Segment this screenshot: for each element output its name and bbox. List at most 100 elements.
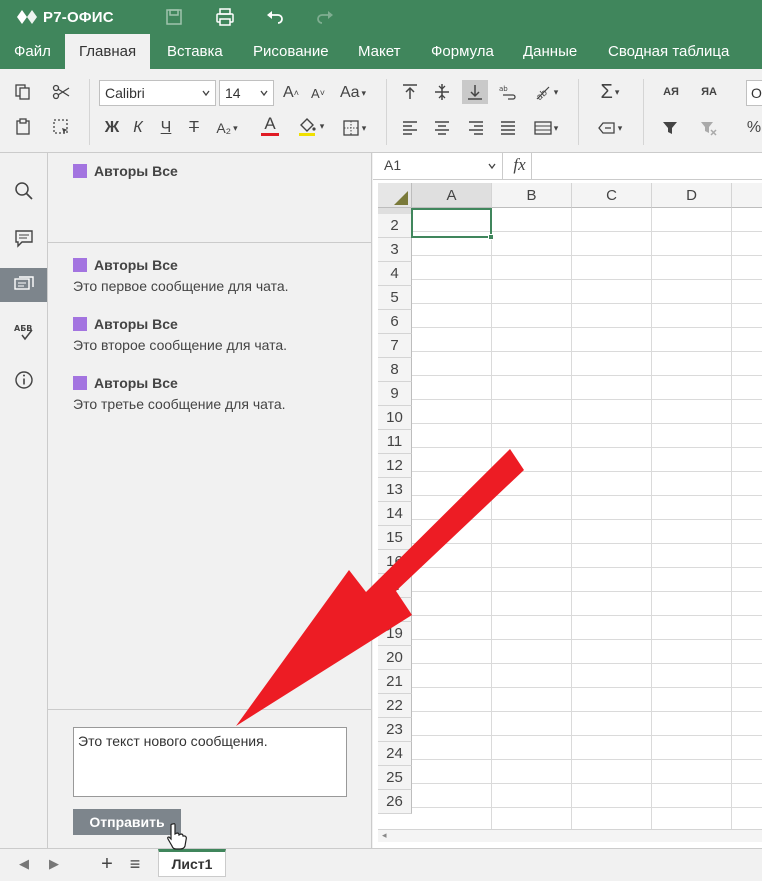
active-cell-a1[interactable]: [411, 208, 492, 238]
tab-home[interactable]: Главная: [65, 34, 151, 69]
row-header[interactable]: 23: [378, 718, 412, 742]
font-name-select[interactable]: Calibri: [99, 80, 216, 106]
row-header[interactable]: 25: [378, 766, 412, 790]
row-header[interactable]: 11: [378, 430, 412, 454]
select-all-icon[interactable]: [49, 116, 73, 138]
row-header[interactable]: 17: [378, 574, 412, 598]
row-header[interactable]: 20: [378, 646, 412, 670]
spellcheck-icon[interactable]: АБВ: [0, 315, 47, 349]
fill-handle[interactable]: [488, 234, 494, 240]
shrink-font-label: A: [311, 85, 320, 101]
column-header-e[interactable]: [732, 183, 762, 208]
tab-pivot-table[interactable]: Сводная таблица: [594, 34, 743, 69]
tab-formula[interactable]: Формула: [417, 34, 508, 69]
send-button[interactable]: Отправить: [73, 809, 181, 835]
prev-sheet-icon[interactable]: ◀: [14, 853, 34, 875]
row-header[interactable]: 14: [378, 502, 412, 526]
font-size-value: 14: [225, 85, 241, 101]
align-left-icon[interactable]: [398, 117, 422, 139]
horizontal-scrollbar[interactable]: ◂: [378, 829, 762, 842]
row-header[interactable]: 10: [378, 406, 412, 430]
change-case-button[interactable]: Aa ▾: [335, 82, 371, 104]
select-all-corner[interactable]: [378, 183, 412, 208]
insert-function-button[interactable]: fx: [508, 153, 532, 179]
redo-icon[interactable]: [314, 6, 336, 28]
row-header[interactable]: 18: [378, 598, 412, 622]
undo-icon[interactable]: [264, 6, 286, 28]
cells[interactable]: [412, 208, 762, 841]
text-orientation-button[interactable]: ab ▾: [528, 81, 564, 103]
grow-font-button[interactable]: A ˄: [279, 82, 303, 104]
align-center-icon[interactable]: [430, 117, 454, 139]
row-header[interactable]: 6: [378, 310, 412, 334]
font-color-button[interactable]: A: [252, 115, 288, 137]
strikethrough-button[interactable]: Т: [182, 117, 206, 139]
align-right-icon[interactable]: [464, 117, 488, 139]
subscript-button[interactable]: A₂ ▾: [210, 117, 244, 139]
row-header[interactable]: 9: [378, 382, 412, 406]
sheet-tab-list1[interactable]: Лист1: [158, 849, 226, 877]
sort-descending-button[interactable]: ЯА: [696, 81, 722, 103]
shrink-font-button[interactable]: A ˅: [306, 82, 330, 104]
row-header[interactable]: 5: [378, 286, 412, 310]
align-top-icon[interactable]: [398, 81, 422, 103]
sheet-list-button[interactable]: ≡: [125, 853, 145, 875]
chat-icon[interactable]: [0, 268, 47, 302]
underline-button[interactable]: Ч: [154, 117, 178, 139]
row-header[interactable]: 15: [378, 526, 412, 550]
next-sheet-icon[interactable]: ▶: [44, 853, 64, 875]
cell-name-box[interactable]: A1: [377, 153, 503, 179]
row-header[interactable]: 13: [378, 478, 412, 502]
author-name: Авторы Все: [94, 316, 178, 332]
row-header[interactable]: 21: [378, 670, 412, 694]
column-header-b[interactable]: B: [492, 183, 572, 208]
row-header[interactable]: 4: [378, 262, 412, 286]
wrap-text-icon[interactable]: ab: [496, 81, 520, 103]
borders-button[interactable]: ▾: [336, 117, 372, 139]
tab-layout[interactable]: Макет: [344, 34, 414, 69]
search-icon[interactable]: [0, 174, 47, 208]
tab-file[interactable]: Файл: [0, 34, 65, 69]
cut-icon[interactable]: [49, 81, 73, 103]
row-header[interactable]: 7: [378, 334, 412, 358]
row-header[interactable]: 12: [378, 454, 412, 478]
align-justify-icon[interactable]: [496, 117, 520, 139]
scroll-left-icon[interactable]: ◂: [382, 830, 387, 841]
row-header[interactable]: 3: [378, 238, 412, 262]
add-sheet-button[interactable]: +: [97, 853, 117, 875]
paste-icon[interactable]: [11, 116, 35, 138]
sort-ascending-button[interactable]: АЯ: [658, 81, 684, 103]
row-header[interactable]: 26: [378, 790, 412, 814]
number-format-button[interactable]: ▾: [592, 117, 628, 139]
column-header-c[interactable]: C: [572, 183, 652, 208]
number-format-select[interactable]: О: [746, 80, 762, 106]
comments-icon[interactable]: [0, 221, 47, 255]
row-header[interactable]: 19: [378, 622, 412, 646]
chat-message-input[interactable]: [73, 727, 347, 797]
filter-icon[interactable]: [658, 117, 682, 139]
column-header-a[interactable]: A: [412, 183, 492, 208]
row-header[interactable]: 8: [378, 358, 412, 382]
row-header[interactable]: 2: [378, 214, 412, 238]
info-icon[interactable]: [0, 363, 47, 397]
align-middle-icon[interactable]: [430, 81, 454, 103]
tab-data[interactable]: Данные: [509, 34, 591, 69]
tab-draw[interactable]: Рисование: [239, 34, 343, 69]
autosum-button[interactable]: Σ ▾: [592, 81, 628, 103]
save-icon[interactable]: [163, 6, 185, 28]
font-size-select[interactable]: 14: [219, 80, 274, 106]
row-header[interactable]: 22: [378, 694, 412, 718]
highlight-color-button[interactable]: ▾: [292, 115, 328, 137]
italic-button[interactable]: К: [126, 117, 150, 139]
bold-button[interactable]: Ж: [100, 117, 124, 139]
print-icon[interactable]: [214, 6, 236, 28]
row-header[interactable]: 16: [378, 550, 412, 574]
column-header-d[interactable]: D: [652, 183, 732, 208]
percent-button[interactable]: %: [746, 117, 762, 139]
merge-cells-button[interactable]: ▾: [528, 117, 564, 139]
tab-insert[interactable]: Вставка: [153, 34, 237, 69]
align-bottom-icon[interactable]: [462, 80, 488, 104]
clear-filter-icon[interactable]: [696, 117, 720, 139]
copy-icon[interactable]: [11, 81, 35, 103]
row-header[interactable]: 24: [378, 742, 412, 766]
